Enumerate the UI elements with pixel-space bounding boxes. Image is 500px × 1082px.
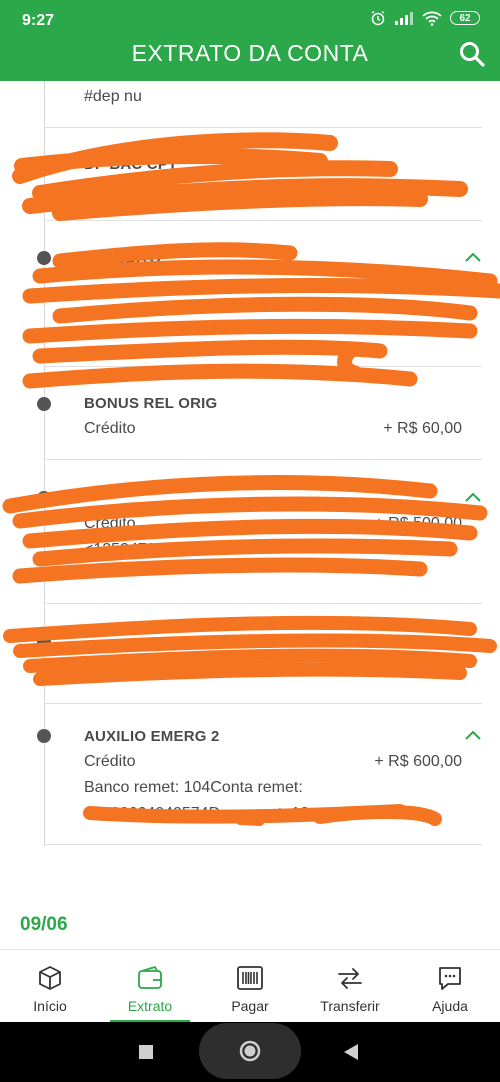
chevron-up-icon[interactable]: [464, 491, 482, 503]
divider: [44, 220, 482, 221]
divider: [44, 459, 482, 460]
divider: [44, 366, 482, 367]
transaction-amount: + R$ 600,00: [374, 753, 462, 770]
signal-icon: [395, 12, 413, 25]
system-nav-bar: [0, 1022, 500, 1082]
transaction-detail: Banco remet: 104Conta remet:: [84, 779, 303, 796]
nav-label: Início: [33, 998, 67, 1014]
transfer-arrows-icon: [338, 968, 362, 989]
date-group-header: 09/06: [20, 914, 68, 935]
nav-ajuda[interactable]: Ajuda: [400, 950, 500, 1023]
home-button[interactable]: [199, 1023, 301, 1079]
timeline-dot: [37, 635, 51, 649]
home-circle-icon: [239, 1040, 261, 1062]
nav-inicio[interactable]: Início: [0, 950, 100, 1023]
nav-extrato[interactable]: Extrato: [100, 950, 200, 1023]
timeline-dot: [37, 158, 51, 172]
transaction-type: Crédito: [84, 515, 136, 532]
nav-transferir[interactable]: Transferir: [300, 950, 400, 1023]
app-header: 9:27 62 EXTRATO DA CONTA: [0, 0, 500, 81]
timeline-dot: [37, 491, 51, 505]
status-icons: 62: [370, 10, 480, 26]
transaction-list[interactable]: #dep nu DP BAC CPT + R$ 500,00 … DEBITO …: [0, 81, 500, 949]
transaction-type: Crédito: [84, 420, 136, 437]
alarm-icon: [371, 10, 385, 26]
nav-label: Pagar: [231, 998, 269, 1014]
bottom-nav: Início Extrato Pagar Transferir Ajuda: [0, 949, 500, 1023]
transaction-amount: + R$ 60,00: [383, 420, 462, 437]
wallet-icon: [138, 966, 162, 989]
divider: [44, 127, 482, 128]
cube-icon: [39, 966, 61, 990]
divider: [44, 844, 482, 845]
battery-icon: 62: [450, 11, 480, 25]
transaction-name: … DEBITO: [84, 250, 162, 267]
wifi-icon: [422, 11, 442, 26]
page-title: EXTRATO DA CONTA: [131, 40, 369, 66]
transaction-amount: + R$ 500,00: [374, 181, 462, 198]
status-bar: 9:27 62: [0, 0, 500, 34]
chevron-up-icon[interactable]: [464, 251, 482, 263]
search-icon[interactable]: [458, 40, 486, 68]
transaction-amount: + R$ 500,00: [374, 515, 462, 532]
battery-level: 62: [459, 12, 471, 24]
nav-label: Transferir: [320, 998, 380, 1014]
nav-label: Extrato: [127, 998, 173, 1014]
chat-bubble-icon: [439, 967, 461, 990]
timeline-dot: [37, 729, 51, 743]
divider: [44, 703, 482, 704]
transaction-type: Crédito: [84, 753, 136, 770]
transaction-name: AUXILIO EMERG 2: [84, 728, 220, 745]
timeline-dot: [37, 397, 51, 411]
recents-button[interactable]: [138, 1044, 154, 1060]
nav-label: Ajuda: [432, 998, 468, 1014]
transaction-detail: <1252473: [84, 541, 156, 558]
back-button[interactable]: [343, 1043, 359, 1061]
chevron-up-icon[interactable]: [464, 729, 482, 741]
transaction-name: #dep nu: [84, 88, 142, 105]
nav-pagar[interactable]: Pagar: [200, 950, 300, 1023]
transaction-name: DP BAC CPT: [84, 156, 178, 173]
transaction-name: BONUS REL ORIG: [84, 395, 218, 412]
transaction-detail: 00002664040574Doc remet: 12: [84, 805, 310, 822]
status-time: 9:27: [22, 12, 55, 29]
divider: [44, 603, 482, 604]
timeline-dot: [37, 251, 51, 265]
barcode-icon: [237, 966, 263, 990]
